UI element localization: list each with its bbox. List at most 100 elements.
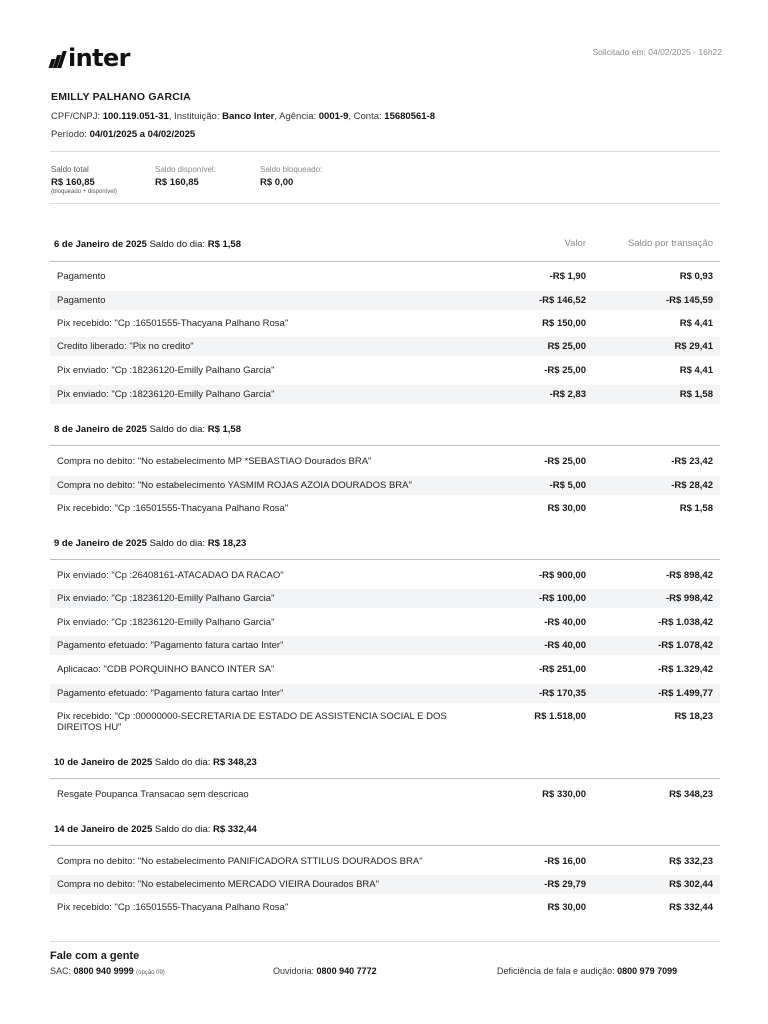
available-balance-value: R$ 160,85 [155,177,199,188]
transaction-row: Pix enviado: "Cp :18236120-Emilly Palhan… [50,613,720,632]
blocked-balance-value: R$ 0,00 [260,177,294,188]
transaction-balance: R$ 29,41 [674,341,713,352]
transaction-value: -R$ 2,83 [549,389,586,400]
transaction-value: -R$ 40,00 [544,640,586,651]
transaction-description: Resgate Poupanca Transacao sem descricao [57,789,249,800]
inter-logo: inter [48,44,131,72]
transaction-value: -R$ 100,00 [538,593,586,604]
transaction-row: Credito liberado: "Pix no credito" R$ 25… [50,337,720,356]
period-label: Período: [51,129,87,140]
balance-column-header: Saldo por transação [627,238,713,249]
account-details: CPF/CNPJ: 100.119.051-31, Instituição: B… [51,111,435,122]
transaction-balance: R$ 18,23 [674,711,713,722]
transaction-description: Credito liberado: "Pix no credito" [57,341,194,352]
total-balance-value: R$ 160,85 [51,177,95,188]
transaction-balance: R$ 348,23 [669,789,713,800]
transaction-balance: -R$ 28,42 [671,480,713,491]
day-balance: R$ 1,58 [207,424,241,435]
day-divider [50,261,720,262]
transaction-value: R$ 30,00 [547,503,586,514]
requested-timestamp: Solicitado em: 04/02/2025 - 16h22 [592,47,722,57]
transaction-value: -R$ 40,00 [544,617,586,628]
transaction-balance: R$ 1,58 [679,389,713,400]
agency-value: 0001-9 [318,111,349,122]
sac-note: (opção 09) [136,970,165,976]
day-date: 9 de Janeiro de 2025 [54,538,147,549]
transaction-balance: -R$ 145,59 [665,295,713,306]
transaction-description: Pix recebido: "Cp :00000000-SECRETARIA D… [57,711,447,733]
transaction-value: -R$ 251,00 [538,664,586,675]
day-header: 9 de Janeiro de 2025 Saldo do dia: R$ 18… [54,538,246,549]
transaction-balance: R$ 332,44 [669,902,713,913]
transaction-value: -R$ 16,00 [544,856,586,867]
day-divider [50,778,720,779]
transaction-description: Pix enviado: "Cp :18236120-Emilly Palhan… [57,365,275,376]
transaction-value: R$ 330,00 [542,789,586,800]
statement-period: Período: 04/01/2025 a 04/02/2025 [51,129,195,140]
transaction-row: Resgate Poupanca Transacao sem descricao… [50,785,720,804]
day-header: 6 de Janeiro de 2025 Saldo do dia: R$ 1,… [54,239,241,250]
footer-divider [50,941,720,942]
sac-label: SAC: [50,966,72,976]
day-date: 14 de Janeiro de 2025 [54,824,153,835]
day-date: 6 de Janeiro de 2025 [54,239,147,250]
ombudsman-contact: Ouvidoria: 0800 940 7772 [273,966,377,976]
ombudsman-number: 0800 940 7772 [316,966,377,976]
transaction-value: -R$ 146,52 [538,295,586,306]
transaction-value: -R$ 25,00 [544,365,586,376]
agency-label: , Agência: [274,111,317,122]
transaction-description: Pix enviado: "Cp :18236120-Emilly Palhan… [57,389,275,400]
transaction-balance: R$ 302,44 [669,879,713,890]
transaction-row: Compra no debito: "No estabelecimento PA… [50,852,720,871]
day-date: 8 de Janeiro de 2025 [54,424,147,435]
sac-number: 0800 940 9999 [73,966,134,976]
transaction-description: Pix enviado: "Cp :26408161-ATACADAO DA R… [57,570,284,581]
ombudsman-label: Ouvidoria: [273,966,315,976]
transaction-row: Pix enviado: "Cp :18236120-Emilly Palhan… [50,361,720,380]
available-balance-label: Saldo disponível: [155,165,216,174]
transaction-row: Pix recebido: "Cp :00000000-SECRETARIA D… [50,707,720,737]
transaction-value: R$ 150,00 [542,318,586,329]
transaction-balance: -R$ 998,42 [665,593,713,604]
transaction-value: R$ 1.518,00 [534,711,586,722]
day-divider [50,559,720,560]
logo-text: inter [68,44,131,72]
transaction-row: Pix recebido: "Cp :16501555-Thacyana Pal… [50,314,720,333]
transaction-balance: R$ 1,58 [679,503,713,514]
transaction-description: Pagamento [57,271,106,282]
period-value: 04/01/2025 a 04/02/2025 [89,129,196,140]
doc-value: 100.119.051-31 [102,111,169,122]
transaction-row: Aplicacao: "CDB PORQUINHO BANCO INTER SA… [50,660,720,679]
transaction-row: Pix recebido: "Cp :16501555-Thacyana Pal… [50,898,720,917]
doc-label: CPF/CNPJ: [51,111,101,122]
transaction-description: Pagamento efetuado: "Pagamento fatura ca… [57,640,284,651]
day-date: 10 de Janeiro de 2025 [54,757,153,768]
day-balance-label: Saldo do dia: [149,424,206,435]
day-balance-label: Saldo do dia: [149,538,206,549]
value-column-header: Valor [564,238,586,249]
transaction-value: -R$ 900,00 [538,570,586,581]
day-balance: R$ 18,23 [207,538,247,549]
transaction-balance: -R$ 898,42 [665,570,713,581]
account-number: 15680561-8 [384,111,435,122]
transaction-row: Compra no debito: "No estabelecimento ME… [50,875,720,894]
transaction-balance: -R$ 1.329,42 [658,664,713,675]
day-balance-label: Saldo do dia: [154,757,211,768]
transaction-value: -R$ 170,35 [538,688,586,699]
transaction-value: -R$ 1,90 [549,271,586,282]
transaction-balance: -R$ 1.499,77 [658,688,713,699]
day-balance: R$ 348,23 [212,757,257,768]
transaction-description: Compra no debito: "No estabelecimento PA… [57,856,423,867]
contact-title: Fale com a gente [50,950,140,962]
transaction-description: Pix recebido: "Cp :16501555-Thacyana Pal… [57,318,289,329]
account-holder-name: EMILLY PALHANO GARCIA [51,91,191,103]
transaction-balance: -R$ 1.078,42 [658,640,713,651]
divider [50,203,720,204]
transaction-row: Pagamento efetuado: "Pagamento fatura ca… [50,636,720,655]
day-header: 10 de Janeiro de 2025 Saldo do dia: R$ 3… [54,757,257,768]
transaction-description: Compra no debito: "No estabelecimento ME… [57,879,379,890]
transaction-balance: R$ 4,41 [679,365,713,376]
day-balance-label: Saldo do dia: [149,239,206,250]
transaction-description: Pagamento [57,295,106,306]
transaction-value: -R$ 25,00 [544,456,586,467]
